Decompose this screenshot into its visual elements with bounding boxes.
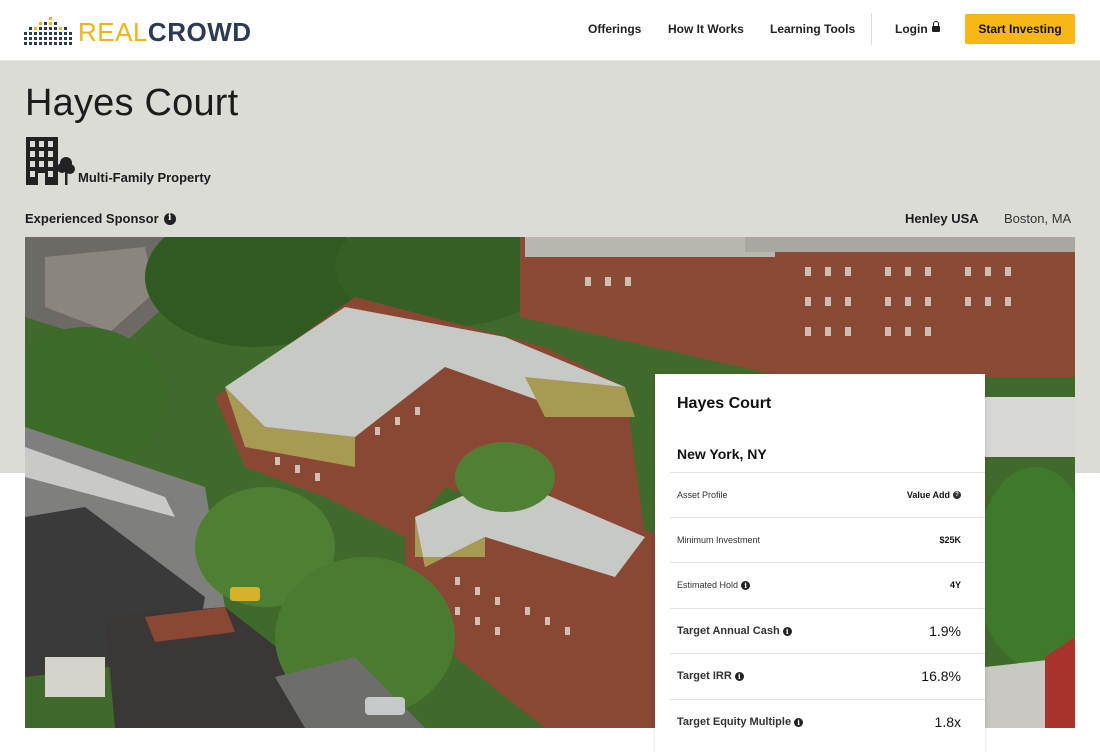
property-type-label: Multi-Family Property <box>78 170 211 185</box>
estimated-hold-label: Estimated Hold i <box>677 580 751 590</box>
info-icon[interactable]: i <box>163 212 176 225</box>
minimum-investment-value: $25K <box>939 535 961 545</box>
start-investing-button[interactable]: Start Investing <box>965 14 1075 44</box>
target-equity-multiple-text: Target Equity Multiple <box>677 716 792 728</box>
asset-profile-text: Value Add <box>906 490 950 500</box>
logo-wordmark: REALCROWD <box>78 17 252 47</box>
nav-learning-tools[interactable]: Learning Tools <box>770 22 855 36</box>
card-title: Hayes Court <box>677 395 772 412</box>
row-target-annual-cash: Target Annual Cash i 1.9% <box>670 608 985 653</box>
login-link[interactable]: Login <box>895 21 940 36</box>
page-title: Hayes Court <box>25 82 239 124</box>
card-location: New York, NY <box>677 446 767 462</box>
row-target-irr: Target IRR i 16.8% <box>670 653 985 698</box>
building-tree-icon <box>26 137 75 185</box>
asset-profile-value: Value Add ? <box>907 490 961 500</box>
lock-icon <box>931 21 940 33</box>
experienced-sponsor-badge[interactable]: Experienced Sponsor i <box>25 211 176 226</box>
target-annual-cash-label: Target Annual Cash i <box>677 625 792 637</box>
row-asset-profile: Asset Profile Value Add ? <box>670 472 985 517</box>
row-target-equity-multiple: Target Equity Multiple i 1.8x <box>670 699 985 744</box>
realcrowd-logo[interactable]: REALCROWD <box>24 17 252 47</box>
site-header: REALCROWD Offerings How It Works Learnin… <box>0 0 1100 61</box>
target-irr-text: Target IRR <box>677 670 732 682</box>
row-estimated-hold: Estimated Hold i 4Y <box>670 562 985 607</box>
question-circle-icon[interactable]: ? <box>953 491 961 499</box>
estimated-hold-text: Estimated Hold <box>677 580 739 590</box>
login-label: Login <box>895 22 928 36</box>
minimum-investment-label: Minimum Investment <box>677 535 761 545</box>
target-irr-label: Target IRR i <box>677 670 744 682</box>
target-irr-value: 16.8% <box>921 668 961 684</box>
nav-how-it-works[interactable]: How It Works <box>668 22 744 36</box>
info-icon[interactable]: i <box>734 671 744 681</box>
info-icon[interactable]: i <box>741 580 751 590</box>
nav-divider <box>871 13 872 45</box>
info-icon[interactable]: i <box>782 626 792 636</box>
target-equity-multiple-value: 1.8x <box>934 714 961 730</box>
info-icon[interactable]: i <box>794 717 804 727</box>
estimated-hold-value: 4Y <box>949 580 961 590</box>
sponsor-location: Boston, MA <box>1004 211 1072 226</box>
logo-bars-icon <box>24 17 72 45</box>
row-minimum-investment: Minimum Investment $25K <box>670 517 985 562</box>
sponsor-badge-label: Experienced Sponsor <box>25 211 159 226</box>
nav-offerings[interactable]: Offerings <box>588 22 641 36</box>
asset-profile-label: Asset Profile <box>677 490 728 500</box>
sponsor-name: Henley USA <box>905 211 979 226</box>
target-annual-cash-text: Target Annual Cash <box>677 625 780 637</box>
target-equity-multiple-label: Target Equity Multiple i <box>677 716 804 728</box>
offering-summary-card: Hayes Court New York, NY Asset Profile V… <box>655 374 985 752</box>
target-annual-cash-value: 1.9% <box>929 623 961 639</box>
